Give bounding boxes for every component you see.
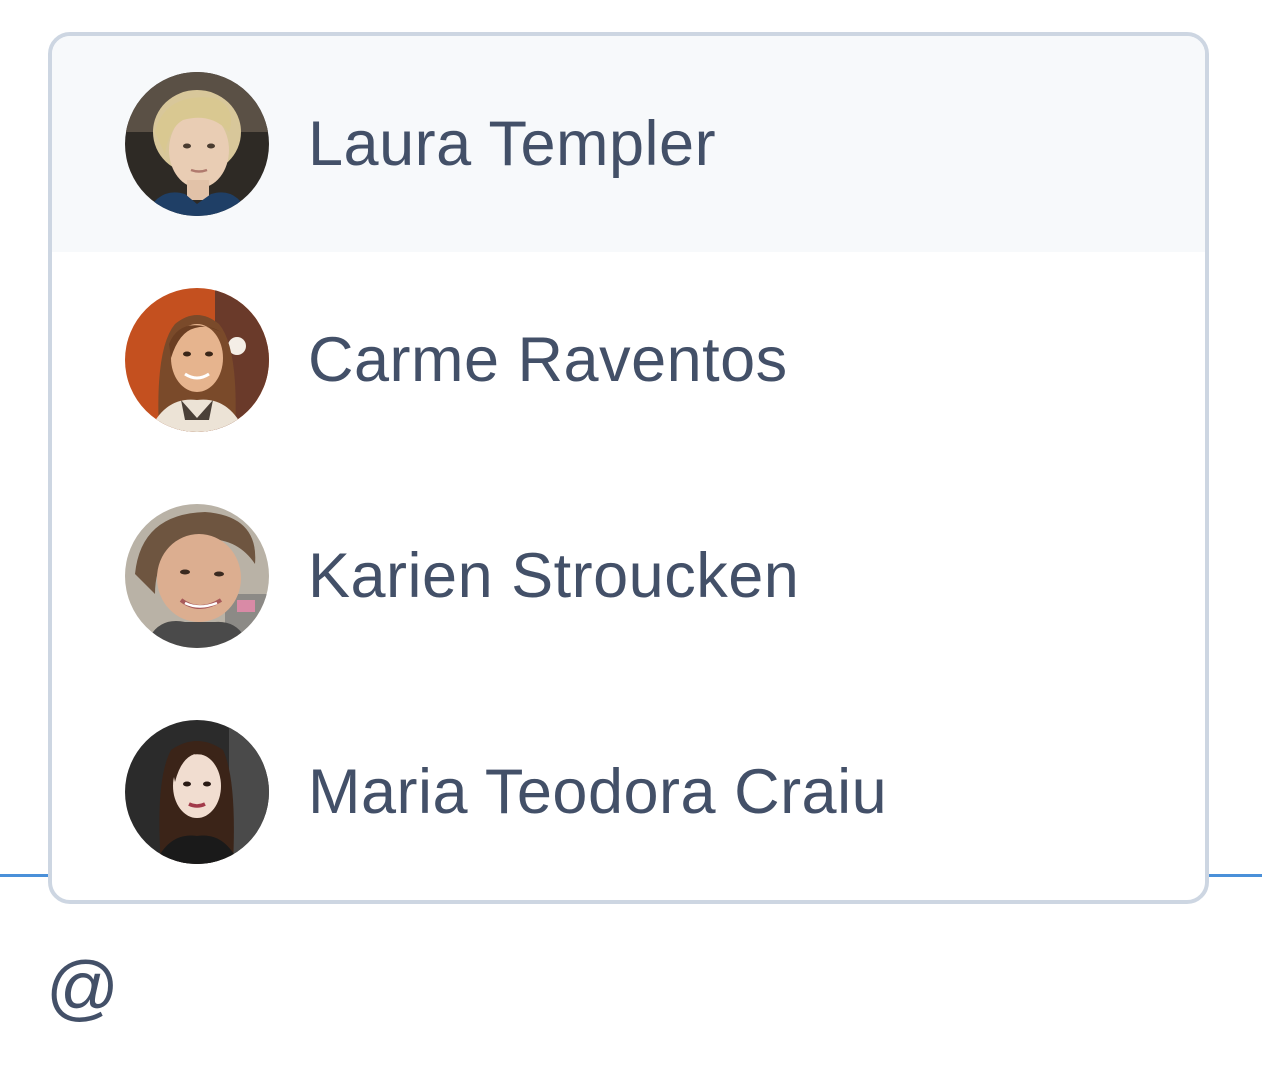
mention-option-name: Maria Teodora Craiu (308, 757, 888, 827)
avatar (125, 288, 269, 432)
user-photo-icon (125, 720, 269, 864)
mention-option[interactable]: Maria Teodora Craiu (52, 684, 1205, 900)
avatar (125, 720, 269, 864)
mention-suggestion-popup: Laura Templer Carme Raventos Karien Stro… (48, 32, 1209, 904)
editor-input-text[interactable]: @ (46, 952, 119, 1024)
user-photo-icon (125, 72, 269, 216)
avatar (125, 72, 269, 216)
mention-option[interactable]: Karien Stroucken (52, 468, 1205, 684)
mention-option-name: Carme Raventos (308, 325, 788, 395)
user-photo-icon (125, 504, 269, 648)
mention-option[interactable]: Laura Templer (52, 36, 1205, 252)
mention-option-name: Laura Templer (308, 109, 717, 179)
mention-option-name: Karien Stroucken (308, 541, 800, 611)
mention-editor: Laura Templer Carme Raventos Karien Stro… (0, 0, 1262, 1092)
avatar (125, 504, 269, 648)
mention-option[interactable]: Carme Raventos (52, 252, 1205, 468)
user-photo-icon (125, 288, 269, 432)
